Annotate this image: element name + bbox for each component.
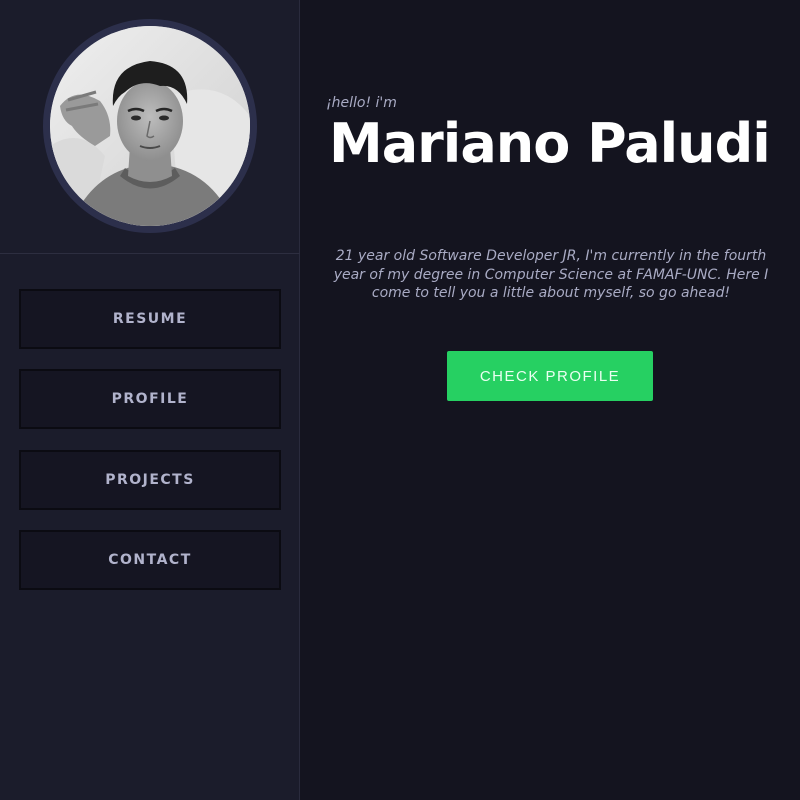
bio-text: 21 year old Software Developer JR, I'm c… xyxy=(333,248,769,301)
main-content: ¡hello! i'm Mariano Paludi 21 year old S… xyxy=(301,0,800,800)
nav-resume-button[interactable]: RESUME xyxy=(19,289,281,349)
avatar-frame xyxy=(43,19,257,233)
page: RESUME PROFILE PROJECTS CONTACT ¡hello! … xyxy=(0,0,800,800)
check-profile-label: CHECK PROFILE xyxy=(479,367,621,385)
nav-projects-label: PROJECTS xyxy=(105,472,195,488)
avatar xyxy=(50,26,250,226)
nav-contact-button[interactable]: CONTACT xyxy=(19,530,281,590)
sidebar: RESUME PROFILE PROJECTS CONTACT xyxy=(0,0,300,800)
nav-contact-label: CONTACT xyxy=(108,552,192,568)
nav-profile-button[interactable]: PROFILE xyxy=(19,369,281,429)
nav-resume-label: RESUME xyxy=(112,311,188,327)
nav-projects-button[interactable]: PROJECTS xyxy=(19,450,281,510)
greeting-text: ¡hello! i'm xyxy=(326,95,397,111)
avatar-photo xyxy=(50,26,250,226)
page-title: Mariano Paludi xyxy=(329,112,771,175)
check-profile-button[interactable]: CHECK PROFILE xyxy=(447,351,653,401)
nav-profile-label: PROFILE xyxy=(111,391,189,407)
sidebar-divider xyxy=(0,253,300,254)
